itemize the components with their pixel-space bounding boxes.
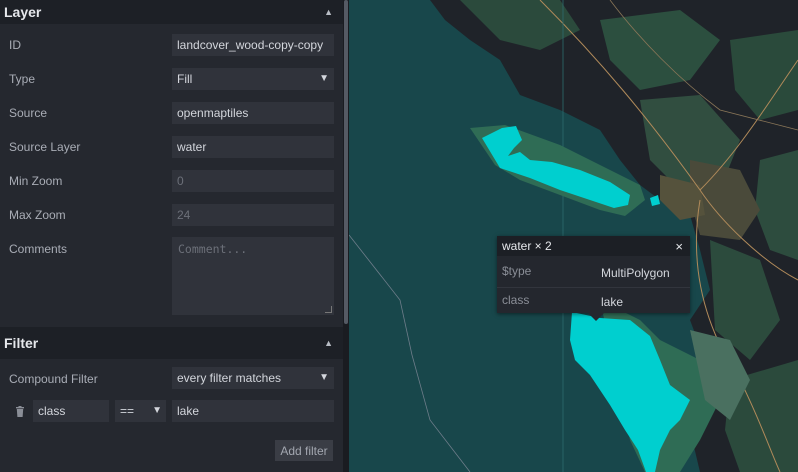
caret-down-icon: ▼ [319,372,329,383]
id-value: landcover_wood-copy-copy [177,38,324,52]
layer-section-title: Layer [4,4,42,20]
trash-icon[interactable] [15,406,25,417]
layer-section-header[interactable]: Layer ▲ [0,0,343,24]
filter-section-header[interactable]: Filter ▲ [0,327,343,359]
max-zoom-placeholder: 24 [177,208,191,222]
popup-pointer [588,313,604,321]
layer-editor-panel: Layer ▲ ID landcover_wood-copy-copy Type… [0,0,343,472]
panel-scrollbar-thumb[interactable] [344,0,348,324]
caret-up-icon[interactable]: ▲ [324,0,333,17]
id-input[interactable]: landcover_wood-copy-copy [172,34,334,56]
source-layer-value: water [177,140,207,154]
comments-placeholder: Comment... [178,242,248,256]
filter-key-input[interactable]: class [33,400,109,422]
popup-header: water × 2 × [497,236,690,256]
min-zoom-placeholder: 0 [177,174,184,188]
filter-operator-value: == [120,404,135,418]
comments-textarea[interactable]: Comment... [172,237,334,315]
filter-operator-select[interactable]: == ▼ [115,400,166,422]
comments-label: Comments [9,242,68,256]
compound-filter-select[interactable]: every filter matches ▼ [172,367,334,389]
source-input[interactable]: openmaptiles [172,102,334,124]
min-zoom-input[interactable]: 0 [172,170,334,192]
add-filter-button[interactable]: Add filter [275,440,333,461]
max-zoom-label: Max Zoom [9,208,66,222]
popup-title: water × 2 [502,239,552,253]
close-icon[interactable]: × [675,239,683,254]
filter-value-value: lake [177,404,200,418]
popup-value-type: MultiPolygon [601,266,670,280]
source-label: Source [9,106,48,120]
filter-section-title: Filter [4,335,39,351]
caret-down-icon: ▼ [319,73,329,84]
compound-filter-value: every filter matches [177,371,282,385]
popup-divider [497,287,690,288]
filter-value-input[interactable]: lake [172,400,334,422]
source-layer-label: Source Layer [9,140,81,154]
type-select[interactable]: Fill ▼ [172,68,334,90]
type-label: Type [9,72,36,86]
max-zoom-input[interactable]: 24 [172,204,334,226]
boundary-line [349,234,471,472]
min-zoom-label: Min Zoom [9,174,63,188]
resize-handle-icon[interactable] [325,306,332,313]
caret-down-icon: ▼ [152,405,162,416]
feature-inspect-popup: water × 2 × $type MultiPolygon class lak… [497,236,690,321]
id-label: ID [9,38,21,52]
popup-key-class: class [502,293,530,307]
source-value: openmaptiles [177,106,249,120]
filter-key-value: class [38,404,66,418]
compound-filter-label: Compound Filter [9,372,98,386]
type-value: Fill [177,72,193,86]
popup-value-class: lake [601,295,624,309]
caret-up-icon[interactable]: ▲ [324,338,333,348]
popup-key-type: $type [502,264,532,278]
source-layer-input[interactable]: water [172,136,334,158]
